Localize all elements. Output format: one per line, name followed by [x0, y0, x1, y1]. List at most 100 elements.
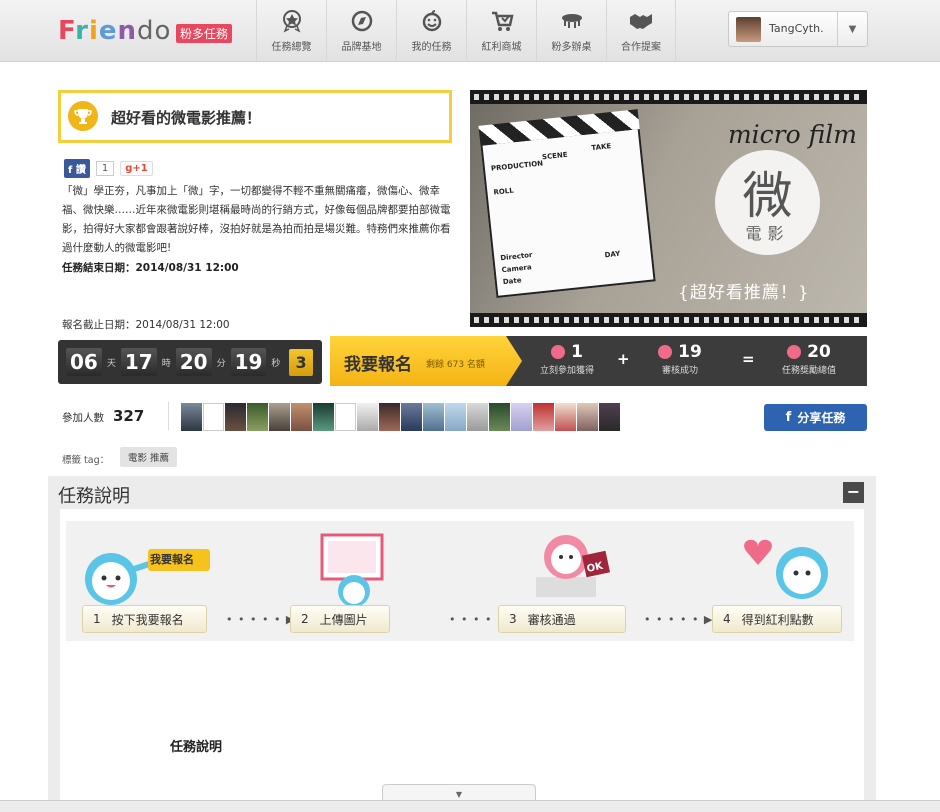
smiley-icon	[422, 10, 441, 32]
equals-sign: =	[742, 350, 755, 368]
avatar[interactable]	[269, 403, 290, 431]
mission-body-heading: 任務說明	[170, 740, 223, 755]
nav-item-cooperation[interactable]: 合作提案	[606, 0, 676, 60]
tag-label: 標籤 tag：	[62, 455, 110, 466]
hero-subtitle: 電影	[745, 224, 790, 243]
friendo-logo[interactable]: Friendo	[58, 16, 171, 46]
task-description: 「微」學正夯，凡事加上「微」字，一切都變得不輕不重無關痛癢，微傷心、微幸福、微快…	[62, 185, 451, 254]
avatar[interactable]	[555, 403, 576, 431]
mascot-reward-icon	[744, 539, 828, 599]
step-2: 2 上傳圖片	[290, 605, 390, 633]
mission-section: 任務說明 − 我要報名 OK 1 按下我要報名 • • • • • ▶ 2 上傳…	[48, 476, 876, 812]
collapse-button[interactable]: −	[843, 482, 864, 503]
nav-item-banquet[interactable]: 粉多辦桌	[536, 0, 606, 60]
logo-badge: 粉多任務	[176, 24, 233, 43]
avatar[interactable]	[423, 403, 444, 431]
nav-label: 合作提案	[621, 42, 661, 53]
join-bar: 我要報名 剩餘 673 名額 1 立刻參加獲得 + 19 審核成功 = 20 任…	[330, 336, 867, 386]
avatar[interactable]	[203, 403, 224, 431]
avatar[interactable]	[401, 403, 422, 431]
task-end-date: 任務結束日期：2014/08/31 12:00	[62, 262, 239, 274]
hero-banner: PRODUCTION SCENE TAKE ROLL Director Came…	[470, 90, 867, 327]
top-navbar: Friendo 粉多任務 任務總覽 品牌基地 我的任務 紅利商城 粉多辦桌 合作…	[0, 0, 940, 62]
nav-item-task-overview[interactable]: 任務總覽	[256, 0, 326, 60]
avatar	[736, 17, 761, 42]
hero-big-char: 微	[742, 167, 793, 225]
steps-banner: 我要報名 OK 1 按下我要報名 • • • • • ▶ 2 上傳圖片 • • …	[66, 521, 854, 641]
join-button-label: 我要報名	[344, 355, 412, 375]
facebook-icon: f	[785, 410, 792, 425]
user-name: TangCyth.	[769, 22, 824, 35]
facebook-like-button[interactable]: f 讚	[64, 159, 90, 178]
signup-deadline: 報名截止日期：2014/08/31 12:00	[62, 319, 230, 331]
avatar[interactable]	[533, 403, 554, 431]
countdown-unit: 時	[161, 358, 171, 369]
nav-label: 任務總覽	[271, 42, 312, 53]
step-4: 4 得到紅利點數	[712, 605, 842, 633]
heart-icon	[658, 345, 673, 359]
avatar[interactable]	[335, 403, 356, 431]
badge-icon	[282, 10, 301, 33]
countdown-timer: 06 天 17 時 20 分 19 秒 3	[58, 340, 322, 384]
user-menu[interactable]: TangCyth. ▼	[728, 11, 868, 47]
avatar[interactable]	[511, 403, 532, 431]
plus-sign: +	[617, 350, 630, 368]
avatar[interactable]	[445, 403, 466, 431]
like-count: 1	[95, 161, 115, 176]
participants-count: 327	[113, 407, 145, 425]
handshake-icon	[630, 14, 652, 29]
nav-item-my-tasks[interactable]: 我的任務	[396, 0, 466, 60]
compass-icon	[351, 10, 372, 32]
join-button[interactable]: 我要報名 剩餘 673 名額	[330, 336, 522, 386]
step-3: 3 審核通過	[498, 605, 626, 633]
avatar[interactable]	[357, 403, 378, 431]
mission-panel: 我要報名 OK 1 按下我要報名 • • • • • ▶ 2 上傳圖片 • • …	[60, 509, 864, 812]
nav-item-bonus-shop[interactable]: 紅利商城	[466, 0, 536, 60]
hero-emblem: 微 電影	[715, 150, 820, 255]
countdown-unit: 天	[106, 358, 116, 369]
clapperboard-image: PRODUCTION SCENE TAKE ROLL Director Came…	[478, 109, 656, 298]
bottom-toolbar	[0, 800, 940, 812]
tag-chip[interactable]: 電影 推薦	[120, 447, 178, 467]
avatar[interactable]	[181, 403, 202, 431]
avatar[interactable]	[599, 403, 620, 431]
avatar[interactable]	[379, 403, 400, 431]
avatar[interactable]	[313, 403, 334, 431]
step-arrow: • • • • • ▶	[644, 613, 714, 626]
avatar[interactable]	[291, 403, 312, 431]
nav-label: 粉多辦桌	[551, 42, 592, 53]
film-strip-bottom	[470, 313, 867, 327]
join-remaining: 剩餘 673 名額	[426, 360, 485, 370]
share-task-button[interactable]: f 分享任務	[764, 404, 867, 431]
cart-icon	[491, 11, 514, 31]
chevron-down-icon: ▼	[455, 790, 463, 799]
nav-item-brand-base[interactable]: 品牌基地	[326, 0, 396, 60]
mascot-approved-icon: OK	[536, 535, 611, 597]
nav-label: 我的任務	[411, 42, 452, 53]
avatar[interactable]	[467, 403, 488, 431]
countdown-seconds: 19	[230, 348, 267, 376]
heart-icon	[787, 345, 802, 359]
hero-micro-film: micro film	[727, 120, 857, 149]
chevron-down-icon[interactable]: ▼	[837, 12, 867, 46]
task-title: 超好看的微電影推薦！	[111, 109, 262, 127]
google-plus-button[interactable]: g+1	[120, 161, 153, 176]
share-label: 分享任務	[797, 411, 846, 425]
step-arrow: • • • • • ▶	[226, 613, 296, 626]
hero-tagline: {超好看推薦！}	[678, 283, 810, 303]
main-nav: 任務總覽 品牌基地 我的任務 紅利商城 粉多辦桌 合作提案	[256, 0, 676, 60]
nav-label: 品牌基地	[341, 42, 382, 53]
avatar[interactable]	[577, 403, 598, 431]
trophy-icon	[68, 101, 98, 131]
nav-label: 紅利商城	[481, 42, 522, 53]
participant-avatars	[181, 403, 620, 431]
mascot-upload-icon	[320, 533, 384, 607]
mascot-join-icon	[85, 549, 210, 605]
film-strip-top	[470, 90, 867, 104]
section-title: 任務說明	[58, 486, 130, 507]
avatar[interactable]	[489, 403, 510, 431]
stat-review-success: 19 審核成功	[645, 342, 715, 376]
avatar[interactable]	[247, 403, 268, 431]
avatar[interactable]	[225, 403, 246, 431]
step-1: 1 按下我要報名	[82, 605, 207, 633]
